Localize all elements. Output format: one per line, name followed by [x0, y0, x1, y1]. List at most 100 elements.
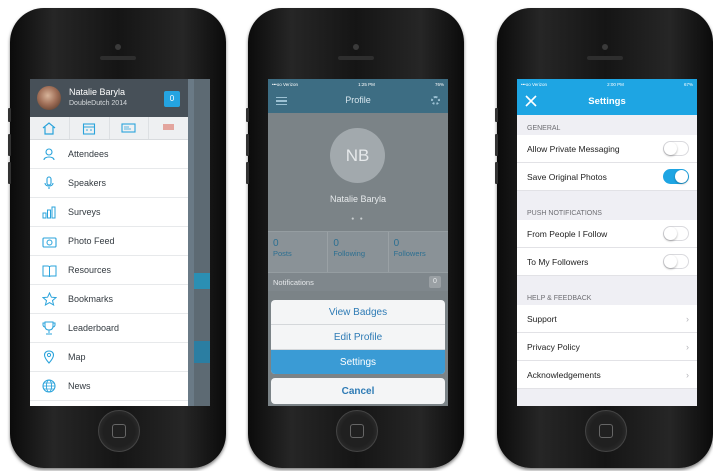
- section-help: HELP & FEEDBACK: [527, 295, 592, 302]
- avatar[interactable]: NB: [330, 128, 385, 183]
- tab-agenda[interactable]: [70, 117, 110, 139]
- settings-button[interactable]: Settings: [271, 350, 445, 374]
- cell-label: Acknowledgements: [527, 369, 601, 380]
- front-camera: [602, 44, 608, 50]
- notifications-label: Notifications: [273, 278, 314, 287]
- earpiece: [338, 56, 374, 60]
- map-pin-icon: [43, 350, 55, 364]
- star-icon: [41, 292, 57, 306]
- menu-item-surveys[interactable]: Surveys: [30, 198, 188, 227]
- volume-up-button: [246, 134, 249, 156]
- screen: Natalie Baryla DoubleDutch 2014 0 Attend…: [30, 79, 210, 406]
- notification-badge[interactable]: 0: [164, 91, 180, 107]
- chevron-right-icon: ›: [686, 369, 689, 380]
- calendar-icon: [83, 122, 96, 135]
- edit-profile-button[interactable]: Edit Profile: [271, 325, 445, 350]
- phone-settings: •••oo Verizon 2:00 PM 67% Settings GENER…: [495, 8, 713, 468]
- notifications-row[interactable]: Notifications 0: [268, 273, 448, 291]
- private-messaging-toggle[interactable]: [663, 141, 689, 156]
- clock: 1:25 PM: [358, 81, 375, 87]
- chevron-right-icon: ›: [686, 313, 689, 324]
- microphone-icon: [44, 176, 54, 189]
- stat-following[interactable]: 0 Following: [328, 232, 389, 272]
- home-icon: [42, 121, 56, 135]
- volume-down-button: [495, 162, 498, 184]
- to-my-followers-row: To My Followers: [517, 248, 697, 276]
- stats-row: 0 Posts 0 Following 0 Followers: [268, 231, 448, 273]
- menu-item-resources[interactable]: Resources: [30, 256, 188, 285]
- mute-switch: [495, 108, 498, 122]
- background-app: [194, 79, 210, 406]
- from-people-toggle[interactable]: [663, 226, 689, 241]
- menu-tabs: [30, 117, 188, 140]
- menu-item-leaderboard[interactable]: Leaderboard: [30, 314, 188, 343]
- carrier: •••oo Verizon: [521, 81, 547, 87]
- battery: 76%: [434, 81, 444, 87]
- section-general: GENERAL: [527, 125, 561, 132]
- screen: •••oo Verizon 1:25 PM 76% Profile NB Nat…: [268, 79, 448, 406]
- surveys-icon: [42, 206, 56, 219]
- camera-icon: [41, 236, 57, 248]
- page-title: Profile: [345, 95, 371, 105]
- page-indicator: ● ●: [351, 216, 365, 222]
- cell-label: To My Followers: [527, 256, 589, 267]
- home-button: [585, 410, 627, 452]
- nav-bar: Profile: [268, 89, 448, 113]
- notifications-count: 0: [429, 276, 441, 288]
- profile-name: Natalie Baryla: [329, 194, 387, 204]
- allow-private-messaging-row: Allow Private Messaging: [517, 135, 697, 163]
- cell-label: Privacy Policy: [527, 341, 580, 352]
- volume-up-button: [495, 134, 498, 156]
- phone-profile: •••oo Verizon 1:25 PM 76% Profile NB Nat…: [246, 8, 464, 468]
- action-group: View Badges Edit Profile Settings: [271, 300, 445, 374]
- cell-label: From People I Follow: [527, 228, 608, 239]
- save-photos-toggle[interactable]: [663, 169, 689, 184]
- save-original-photos-row: Save Original Photos: [517, 163, 697, 191]
- clock: 2:00 PM: [607, 81, 624, 87]
- cancel-button[interactable]: Cancel: [271, 378, 445, 404]
- volume-down-button: [246, 162, 249, 184]
- menu-item-photo-feed[interactable]: Photo Feed: [30, 227, 188, 256]
- page-title: Settings: [588, 96, 626, 107]
- avatar: [37, 86, 61, 110]
- privacy-policy-row[interactable]: Privacy Policy ›: [517, 333, 697, 361]
- view-badges-button[interactable]: View Badges: [271, 300, 445, 325]
- front-camera: [353, 44, 359, 50]
- acknowledgements-row[interactable]: Acknowledgements ›: [517, 361, 697, 389]
- menu-item-speakers[interactable]: Speakers: [30, 169, 188, 198]
- side-menu: Natalie Baryla DoubleDutch 2014 0 Attend…: [30, 79, 188, 406]
- nav-bar: Settings: [517, 89, 697, 115]
- home-button: [98, 410, 140, 452]
- profile-header: NB Natalie Baryla ● ●: [268, 113, 448, 231]
- tab-home[interactable]: [30, 117, 70, 139]
- status-bar: •••oo Verizon 2:00 PM 67%: [517, 79, 697, 89]
- menu-item-news[interactable]: News: [30, 372, 188, 401]
- user-name: Natalie Baryla: [69, 87, 126, 97]
- cell-label: Support: [527, 313, 557, 324]
- book-icon: [42, 265, 56, 277]
- tab-flag[interactable]: [149, 117, 188, 139]
- carrier: •••oo Verizon: [272, 81, 298, 87]
- menu-item-attendees[interactable]: Attendees: [30, 140, 188, 169]
- stat-followers[interactable]: 0 Followers: [389, 232, 448, 272]
- cell-label: Save Original Photos: [527, 171, 607, 182]
- to-followers-toggle[interactable]: [663, 254, 689, 269]
- tab-cards[interactable]: [110, 117, 150, 139]
- mute-switch: [8, 108, 11, 122]
- screen: •••oo Verizon 2:00 PM 67% Settings GENER…: [517, 79, 697, 406]
- card-icon: [121, 123, 136, 133]
- stat-posts[interactable]: 0 Posts: [268, 232, 329, 272]
- gear-icon[interactable]: [431, 96, 440, 105]
- volume-down-button: [8, 162, 11, 184]
- menu-item-bookmarks[interactable]: Bookmarks: [30, 285, 188, 314]
- user-header[interactable]: Natalie Baryla DoubleDutch 2014 0: [30, 79, 188, 117]
- home-button: [336, 410, 378, 452]
- menu-item-map[interactable]: Map: [30, 343, 188, 372]
- volume-up-button: [8, 134, 11, 156]
- support-row[interactable]: Support ›: [517, 305, 697, 333]
- chevron-right-icon: ›: [686, 341, 689, 352]
- earpiece: [587, 56, 623, 60]
- status-bar: •••oo Verizon 1:25 PM 76%: [268, 79, 448, 89]
- earpiece: [100, 56, 136, 60]
- flag-icon: [163, 124, 175, 130]
